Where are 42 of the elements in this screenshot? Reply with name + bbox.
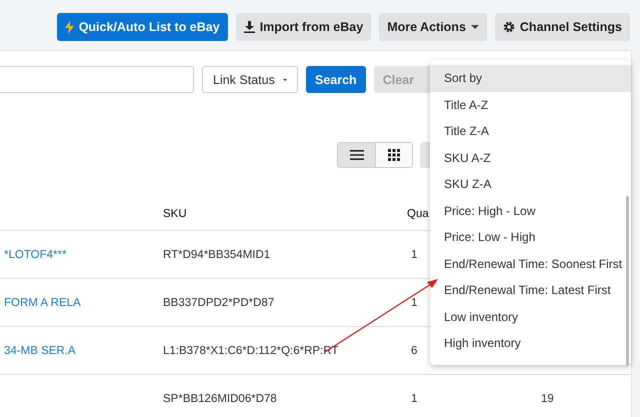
listing-title-link[interactable]: 34-MB SER.A xyxy=(0,344,76,356)
download-icon xyxy=(244,21,255,33)
search-button[interactable]: Search xyxy=(306,66,366,93)
listing-title-link[interactable]: *LOTOF4*** xyxy=(0,248,66,260)
table-cell: 1 xyxy=(411,248,418,260)
menu-item[interactable]: SKU A-Z xyxy=(430,144,631,171)
table-cell: 1 xyxy=(411,296,418,308)
table-cell: RT*D94*BB354MID1 xyxy=(163,248,270,260)
link-status-dropdown[interactable]: Link Status xyxy=(202,66,298,93)
menu-item[interactable]: SKU Z-A xyxy=(430,171,631,198)
caret-icon xyxy=(282,78,287,82)
menu-item[interactable]: Price: Low - High xyxy=(430,224,631,250)
toolbar-button[interactable]: Quick/Auto List to eBay xyxy=(56,13,228,41)
column-header: SKU xyxy=(163,208,187,220)
scrollbar[interactable] xyxy=(626,196,629,366)
listing-title-link[interactable]: FORM A RELA xyxy=(0,296,81,308)
table-cell: 6 xyxy=(411,344,418,356)
table-cell: SP*BB126MID06*D78 xyxy=(163,392,277,404)
table-cell: L1:B378*X1:C6*D:112*Q:6*RP:RT xyxy=(163,344,338,356)
menu-item[interactable]: End/Renewal Time: Soonest First xyxy=(430,250,631,277)
table-cell: 19 xyxy=(541,392,554,404)
menu-item[interactable]: Low inventory xyxy=(430,304,631,330)
grid-icon xyxy=(388,149,400,161)
lightning-icon xyxy=(64,20,74,34)
list-view-button[interactable] xyxy=(338,143,375,167)
search-field[interactable] xyxy=(0,66,194,93)
menu-item[interactable]: Price: High - Low xyxy=(430,198,631,224)
column-header: Qua xyxy=(407,208,429,220)
toolbar-button[interactable]: Import from eBay xyxy=(236,13,372,41)
table-cell: 1 xyxy=(411,392,418,404)
caret-icon xyxy=(470,25,479,29)
table-cell: BB337DPD2*PD*D87 xyxy=(163,296,274,308)
grid-view-button[interactable] xyxy=(375,143,412,167)
list-icon xyxy=(350,150,364,160)
menu-item[interactable]: High inventory xyxy=(430,330,631,356)
menu-item[interactable]: End/Renewal Time: Latest First xyxy=(430,277,631,304)
menu-item[interactable]: Sort by xyxy=(430,65,631,92)
settings-icon xyxy=(502,21,515,33)
toolbar-button[interactable]: Channel Settings xyxy=(494,13,630,41)
menu-item[interactable]: Title A-Z xyxy=(430,92,631,118)
menu-item[interactable]: Title Z-A xyxy=(430,118,631,144)
dropdown-button[interactable]: More Actions xyxy=(379,13,487,41)
